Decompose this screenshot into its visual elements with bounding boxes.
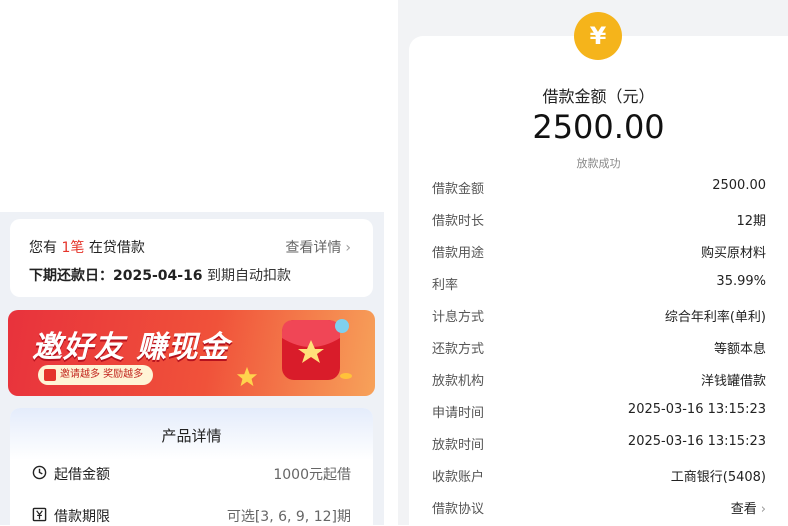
- loan-count: 1笔: [61, 240, 85, 256]
- chevron-right-icon: ›: [760, 502, 766, 517]
- detail-row-disburse-time: 放款时间 2025-03-16 13:15:23: [432, 434, 766, 454]
- detail-value: 工商银行(5408): [670, 470, 766, 485]
- detail-key: 借款金额: [432, 182, 485, 197]
- banner-title: 邀好友 赚现金: [32, 330, 230, 365]
- next-repay-date: 下期还款日：2025-04-16: [29, 268, 203, 284]
- min-amount-value: 1000元起借: [273, 467, 351, 483]
- chevron-right-icon: ›: [345, 240, 351, 256]
- amount-label: 借款金额（元）: [542, 87, 655, 106]
- detail-value: 2025-03-16 13:15:23: [627, 434, 766, 449]
- product-details-card: 产品详情 起借金额 1000元起借 借款期限 可选[3, 6, 9, 12]期: [10, 408, 373, 525]
- banner-pill-text: 邀请越多 奖励越多: [60, 369, 144, 380]
- view-details-label: 查看详情: [285, 240, 342, 256]
- loan-count-prefix: 您有: [29, 240, 57, 256]
- detail-row-purpose: 借款用途 购买原材料: [432, 242, 766, 262]
- detail-row-account: 收款账户 工商银行(5408): [432, 466, 766, 486]
- detail-key: 申请时间: [432, 406, 485, 421]
- detail-row-lender: 放款机构 洋钱罐借款: [432, 370, 766, 390]
- yen-icon: ¥: [574, 12, 622, 60]
- detail-row-apply-time: 申请时间 2025-03-16 13:15:23: [432, 402, 766, 422]
- view-agreement-label: 查看: [730, 502, 757, 517]
- detail-row-amount: 借款金额 2500.00: [432, 178, 766, 198]
- loan-count-text: 您有 1笔 在贷借款: [29, 237, 145, 257]
- view-details-link[interactable]: 查看详情 ›: [285, 237, 351, 257]
- product-title: 产品详情: [161, 427, 222, 445]
- detail-key: 计息方式: [432, 310, 485, 325]
- detail-row-agreement[interactable]: 借款协议 查看 ›: [432, 498, 766, 518]
- min-amount-label: 起借金额: [54, 467, 110, 483]
- star-icon: [236, 366, 258, 387]
- loan-term-value: 可选[3, 6, 9, 12]期: [226, 509, 351, 525]
- detail-value: 35.99%: [716, 274, 766, 289]
- detail-row-repay-method: 还款方式 等额本息: [432, 338, 766, 358]
- loan-term-label: 借款期限: [54, 509, 110, 525]
- clock-icon: [32, 465, 47, 480]
- detail-key: 放款机构: [432, 374, 485, 389]
- detail-key: 放款时间: [432, 438, 485, 453]
- detail-key: 收款账户: [432, 470, 485, 485]
- next-repay-line: 下期还款日：2025-04-16 到期自动扣款: [29, 265, 291, 285]
- loan-summary-card[interactable]: 您有 1笔 在贷借款 查看详情 › 下期还款日：2025-04-16 到期自动扣款: [10, 219, 373, 297]
- detail-value: 等额本息: [713, 342, 766, 357]
- loan-term-row: 借款期限 可选[3, 6, 9, 12]期: [32, 506, 351, 526]
- auto-debit-note: 到期自动扣款: [207, 268, 292, 284]
- red-packet-icon: [282, 319, 352, 380]
- detail-row-term: 借款时长 12期: [432, 210, 766, 230]
- detail-value: 综合年利率(单利): [664, 310, 766, 325]
- view-agreement-link[interactable]: 查看 ›: [731, 498, 766, 517]
- amount-value: 2500.00: [532, 108, 665, 146]
- min-amount-row: 起借金额 1000元起借: [32, 464, 351, 484]
- banner-pill: 邀请越多 奖励越多: [38, 365, 154, 385]
- detail-key: 借款时长: [432, 214, 485, 229]
- product-header: 产品详情: [10, 408, 373, 460]
- detail-row-interest-method: 计息方式 综合年利率(单利): [432, 306, 766, 326]
- detail-key: 利率: [432, 278, 459, 293]
- yen-doc-icon: [32, 507, 47, 522]
- loan-count-suffix: 在贷借款: [88, 240, 145, 256]
- detail-row-rate: 利率 35.99%: [432, 274, 766, 294]
- detail-value: 2500.00: [712, 178, 766, 193]
- detail-key: 借款用途: [432, 246, 485, 261]
- disbursement-status: 放款成功: [576, 157, 621, 170]
- detail-value: 购买原材料: [700, 246, 766, 261]
- detail-key: 借款协议: [432, 502, 485, 517]
- detail-value: 洋钱罐借款: [700, 374, 766, 389]
- invite-friends-banner[interactable]: 邀好友 赚现金 邀请越多 奖励越多: [8, 310, 375, 396]
- detail-value: 2025-03-16 13:15:23: [627, 402, 766, 417]
- left-panel: 您有 1笔 在贷借款 查看详情 › 下期还款日：2025-04-16 到期自动扣款…: [0, 0, 384, 525]
- detail-key: 还款方式: [432, 342, 485, 357]
- gift-icon: [44, 369, 56, 381]
- detail-value: 12期: [736, 214, 766, 229]
